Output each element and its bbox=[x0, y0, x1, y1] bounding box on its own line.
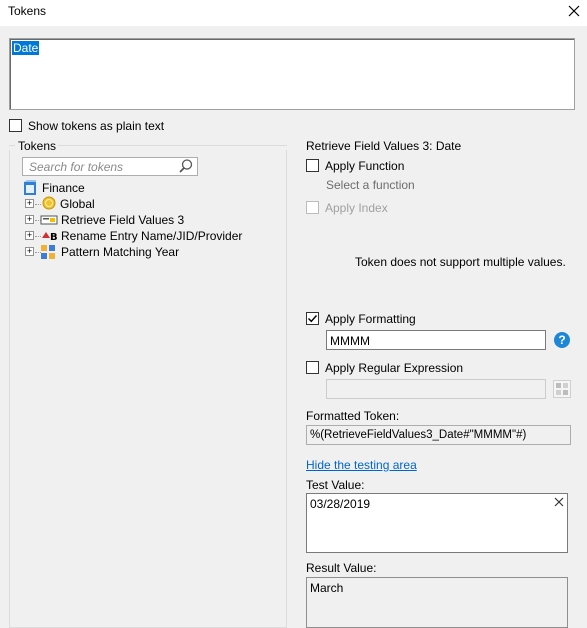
tree-line bbox=[35, 204, 41, 205]
apply-formatting-label: Apply Formatting bbox=[325, 312, 416, 326]
close-button[interactable] bbox=[565, 2, 583, 20]
window-title: Tokens bbox=[8, 4, 47, 18]
group-border bbox=[9, 145, 15, 146]
search-icon[interactable] bbox=[178, 158, 194, 177]
field-values-icon bbox=[40, 213, 58, 230]
close-icon bbox=[568, 5, 580, 17]
formatted-token-label: Formatted Token: bbox=[306, 409, 400, 423]
title-bar bbox=[0, 0, 587, 26]
tree-item-rename-entry[interactable]: Rename Entry Name/JID/Provider bbox=[61, 229, 242, 243]
result-value-label: Result Value: bbox=[306, 561, 377, 575]
test-value-text: 03/28/2019 bbox=[310, 497, 371, 511]
show-plain-label: Show tokens as plain text bbox=[28, 119, 165, 133]
formatted-token-field[interactable]: %(RetrieveFieldValues3_Date#"MMMM"#) bbox=[306, 425, 571, 445]
search-placeholder: Search for tokens bbox=[29, 160, 124, 174]
pattern-icon bbox=[40, 244, 56, 263]
tree-item-global[interactable]: Global bbox=[60, 197, 95, 211]
apply-index-label: Apply Index bbox=[325, 201, 388, 215]
regex-builder-icon bbox=[556, 383, 568, 395]
apply-formatting-checkbox[interactable] bbox=[306, 312, 319, 325]
test-value-label: Test Value: bbox=[306, 478, 365, 492]
apply-function-label: Apply Function bbox=[325, 159, 405, 173]
result-value-field[interactable]: March bbox=[306, 577, 568, 628]
token-editor[interactable] bbox=[9, 38, 575, 110]
expand-icon[interactable]: + bbox=[25, 215, 34, 224]
regex-input[interactable] bbox=[326, 379, 546, 399]
format-input[interactable]: MMMM bbox=[326, 330, 546, 350]
formatted-token-value: %(RetrieveFieldValues3_Date#"MMMM"#) bbox=[310, 429, 527, 441]
apply-regex-checkbox[interactable] bbox=[306, 361, 319, 374]
coin-icon bbox=[42, 196, 56, 213]
result-value-text: March bbox=[310, 581, 344, 595]
tree-root-finance[interactable]: Finance bbox=[42, 181, 85, 195]
help-icon[interactable]: ? bbox=[554, 332, 570, 348]
test-value-input[interactable]: 03/28/2019 bbox=[306, 493, 568, 553]
hide-testing-link[interactable]: Hide the testing area bbox=[306, 458, 417, 472]
apply-function-checkbox[interactable] bbox=[306, 159, 319, 172]
token-editor-text: Date bbox=[12, 41, 40, 55]
apply-regex-label: Apply Regular Expression bbox=[325, 361, 464, 375]
multiple-values-message: Token does not support multiple values. bbox=[355, 255, 566, 269]
expand-icon[interactable]: + bbox=[25, 247, 34, 256]
svg-text:B: B bbox=[50, 232, 58, 243]
apply-index-checkbox[interactable] bbox=[306, 201, 319, 214]
group-border bbox=[58, 145, 287, 146]
clear-icon[interactable] bbox=[554, 496, 564, 510]
expand-icon[interactable]: + bbox=[25, 231, 34, 240]
search-icon bbox=[179, 159, 193, 173]
regex-builder-button[interactable] bbox=[553, 380, 571, 398]
finance-db-icon bbox=[23, 180, 37, 199]
expand-icon[interactable]: + bbox=[25, 199, 34, 208]
tree-item-pattern-matching-year[interactable]: Pattern Matching Year bbox=[61, 245, 179, 259]
tree-item-retrieve-field-values[interactable]: Retrieve Field Values 3 bbox=[61, 213, 184, 227]
show-plain-checkbox[interactable] bbox=[9, 119, 22, 132]
format-input-value: MMMM bbox=[330, 334, 370, 348]
token-detail-title: Retrieve Field Values 3: Date bbox=[306, 139, 462, 153]
check-icon bbox=[308, 315, 318, 323]
select-function-hint[interactable]: Select a function bbox=[326, 178, 415, 192]
